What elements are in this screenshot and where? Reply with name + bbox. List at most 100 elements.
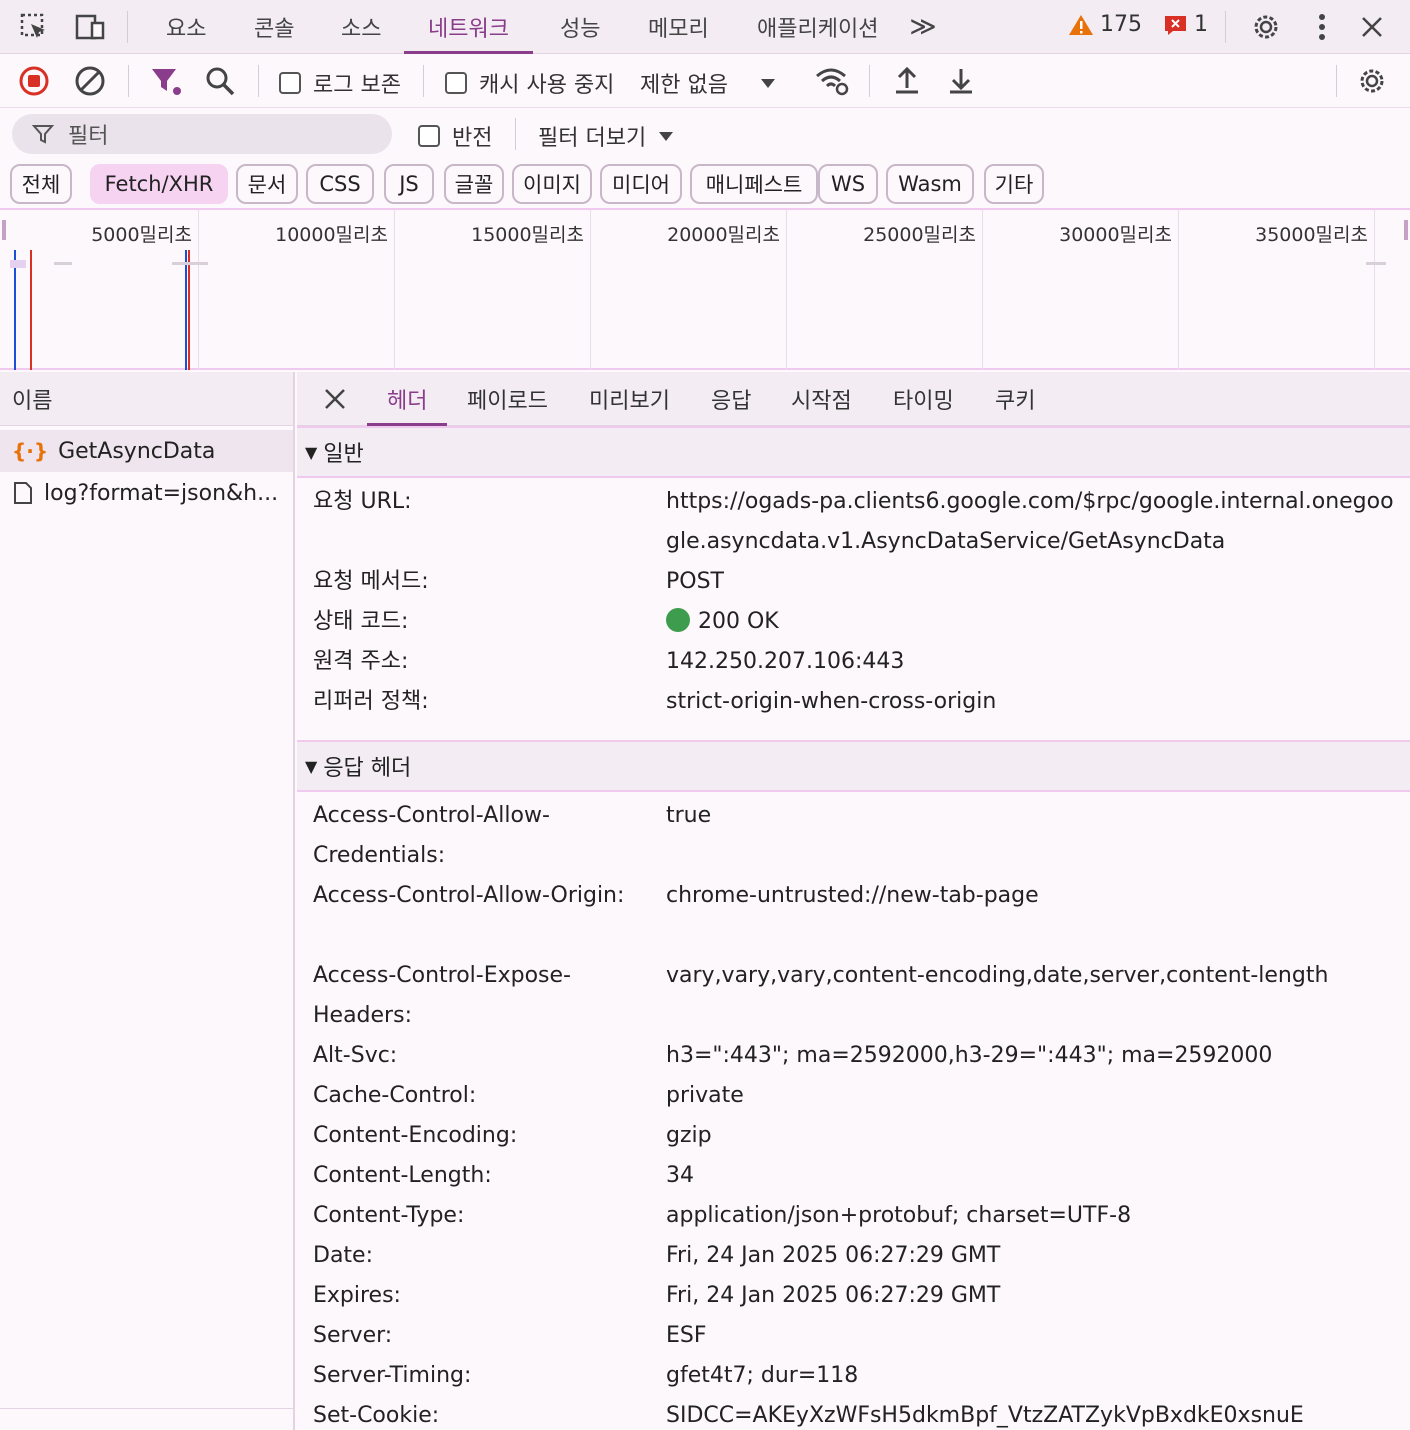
more-tabs-icon[interactable]: ≫	[905, 9, 941, 45]
preserve-log-label: 로그 보존	[313, 73, 401, 98]
warnings-badge[interactable]: 175	[1068, 12, 1142, 37]
record-stop-icon[interactable]	[16, 63, 52, 99]
header-row: 요청 메서드: POST	[297, 562, 1410, 602]
separator	[128, 65, 129, 97]
general-section-header[interactable]: ▼ 일반	[297, 426, 1410, 478]
chip-10[interactable]: Wasm	[886, 164, 974, 204]
detail-tab-2[interactable]: 미리보기	[589, 372, 670, 426]
response-headers-title: 응답 헤더	[323, 756, 412, 781]
request-row-getasyncdata[interactable]: {·} GetAsyncData	[0, 430, 293, 472]
detail-tab-4[interactable]: 시작점	[791, 372, 852, 426]
detail-tab-1[interactable]: 페이로드	[467, 372, 548, 426]
timeline-gridline	[786, 210, 787, 370]
checkbox-box[interactable]	[445, 72, 467, 94]
errors-count: 1	[1194, 12, 1208, 37]
chip-2[interactable]: 문서	[236, 164, 298, 204]
chip-9[interactable]: WS	[818, 164, 878, 204]
chip-1[interactable]: Fetch/XHR	[90, 164, 228, 204]
export-har-icon[interactable]	[943, 63, 979, 99]
tab-3[interactable]: 네트워크	[404, 0, 533, 54]
checkbox-box[interactable]	[279, 72, 301, 94]
import-har-icon[interactable]	[889, 63, 925, 99]
header-value-text: 34	[666, 1163, 694, 1188]
header-name: Server:	[313, 1323, 393, 1348]
chip-11[interactable]: 기타	[984, 164, 1044, 204]
dom-content-loaded-marker	[14, 250, 16, 370]
header-name: 원격 주소:	[313, 649, 409, 674]
clear-icon[interactable]	[72, 63, 108, 99]
collapse-triangle-icon: ▼	[305, 756, 318, 776]
devtools-tab-bar: 요소 콘솔 소스 네트워크 성능 메모리 애플리케이션 ≫ 175 1	[0, 0, 1410, 54]
detail-tab-5[interactable]: 타이밍	[893, 372, 954, 426]
name-column-header[interactable]: 이름	[0, 372, 293, 426]
throttling-dropdown[interactable]: 제한 없음	[640, 67, 776, 99]
general-section-title: 일반	[323, 442, 364, 467]
status-ok-icon	[666, 608, 690, 632]
search-icon[interactable]	[202, 63, 238, 99]
timeline-left-handle[interactable]	[2, 220, 6, 240]
tab-1[interactable]: 콘솔	[250, 0, 298, 54]
timeline-gridline	[198, 210, 199, 370]
request-details: 헤더 페이로드 미리보기 응답 시작점 타이밍 쿠키 ▼ 일반 요청 URL: https:/…	[297, 372, 1410, 1430]
invert-checkbox[interactable]: 반전	[418, 120, 492, 152]
tab-0[interactable]: 요소	[162, 0, 210, 54]
network-settings-icon[interactable]	[1354, 63, 1390, 99]
header-value: Fri, 24 Jan 2025 06:27:29 GMT	[666, 1236, 1406, 1276]
header-name: Date:	[313, 1243, 373, 1268]
chip-5[interactable]: 글꼴	[444, 164, 504, 204]
timeline-tick-label: 35000밀리초	[1255, 224, 1368, 246]
more-filters-dropdown[interactable]: 필터 더보기	[538, 120, 674, 152]
chip-0[interactable]: 전체	[10, 164, 72, 204]
detail-tab-6[interactable]: 쿠키	[995, 372, 1035, 426]
header-value-text: POST	[666, 569, 724, 594]
header-value: application/json+protobuf; charset=UTF-8	[666, 1196, 1406, 1236]
filter-input[interactable]: 필터	[12, 114, 392, 154]
close-devtools-icon[interactable]	[1354, 9, 1390, 45]
dom-content-loaded-marker	[185, 250, 187, 370]
preserve-log-checkbox[interactable]: 로그 보존	[279, 67, 401, 99]
header-name: Expires:	[313, 1283, 401, 1308]
more-options-icon[interactable]	[1304, 9, 1340, 45]
load-marker	[30, 250, 32, 370]
settings-gear-icon[interactable]	[1248, 9, 1284, 45]
chip-4[interactable]: JS	[384, 164, 434, 204]
detail-tab-3[interactable]: 응답	[711, 372, 751, 426]
header-name: Server-Timing:	[313, 1363, 472, 1388]
disable-cache-checkbox[interactable]: 캐시 사용 중지	[445, 67, 614, 99]
chip-6[interactable]: 이미지	[512, 164, 592, 204]
network-conditions-icon[interactable]	[814, 63, 850, 99]
request-name: log?format=json&h...	[44, 480, 279, 506]
header-row: Content-Type: application/json+protobuf; …	[297, 1196, 1410, 1236]
tab-2[interactable]: 소스	[337, 0, 385, 54]
detail-tab-0[interactable]: 헤더	[366, 372, 449, 426]
chip-3[interactable]: CSS	[306, 164, 374, 204]
inspect-element-icon[interactable]	[16, 9, 52, 45]
timeline-tick-label: 15000밀리초	[471, 224, 584, 246]
timeline-right-handle[interactable]	[1404, 220, 1408, 240]
filter-funnel-icon[interactable]	[148, 63, 184, 99]
header-value: vary,vary,vary,content-encoding,date,ser…	[666, 956, 1406, 996]
header-value-text: gfet4t7; dur=118	[666, 1363, 859, 1388]
timeline-overview[interactable]: 5000밀리초 10000밀리초 15000밀리초 20000밀리초 25000밀리초 3…	[0, 208, 1410, 370]
timeline-tick-label: 20000밀리초	[667, 224, 780, 246]
timeline-gridline	[1178, 210, 1179, 370]
response-headers-section-header[interactable]: ▼ 응답 헤더	[297, 740, 1410, 792]
disable-cache-label: 캐시 사용 중지	[479, 73, 615, 98]
chip-8[interactable]: 매니페스트	[690, 164, 818, 204]
timeline-tick-label: 5000밀리초	[91, 224, 192, 246]
checkbox-box[interactable]	[418, 125, 440, 147]
request-row-log[interactable]: log?format=json&h...	[0, 472, 293, 514]
errors-badge[interactable]: 1	[1164, 12, 1208, 37]
filter-icon	[32, 125, 54, 144]
request-bar	[172, 262, 208, 265]
chip-7[interactable]: 미디어	[600, 164, 682, 204]
dropdown-arrow-icon	[659, 132, 674, 141]
request-bar	[1366, 262, 1386, 265]
close-details-icon[interactable]	[317, 381, 353, 417]
request-list: 이름 {·} GetAsyncData log?format=json&h...	[0, 372, 295, 1430]
tab-5[interactable]: 메모리	[644, 0, 713, 54]
tab-4[interactable]: 성능	[556, 0, 604, 54]
timeline-gridline	[982, 210, 983, 370]
device-toolbar-icon[interactable]	[72, 9, 108, 45]
tab-6[interactable]: 애플리케이션	[753, 0, 882, 54]
